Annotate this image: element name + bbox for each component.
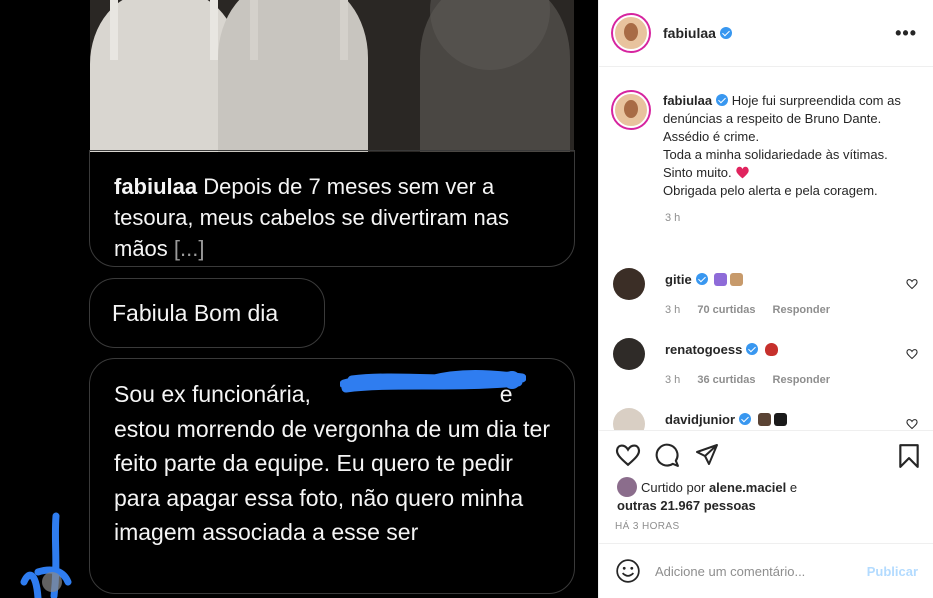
photo-preview <box>90 0 574 152</box>
likes-count[interactable]: outras 21.967 pessoas <box>617 498 756 513</box>
comment-bubble-icon[interactable] <box>655 443 680 468</box>
post-timestamp[interactable]: HÁ 3 HORAS <box>615 521 680 532</box>
comment-likes[interactable]: 36 curtidas <box>697 374 755 386</box>
comments-list[interactable]: fabiulaa Hoje fui surpreendida com as de… <box>599 68 933 430</box>
likes-summary: Curtido por alene.maciel e outras 21.967… <box>617 477 797 515</box>
caption-timestamp: 3 h <box>665 212 681 224</box>
dm-message-greeting: Fabiula Bom dia <box>89 278 325 348</box>
caption-line: Toda a minha solidariedade às vítimas. <box>663 147 888 162</box>
dm-ellipsis: [...] <box>173 236 205 261</box>
comment-likes[interactable]: 70 curtidas <box>697 304 755 316</box>
like-heart-icon[interactable] <box>615 443 641 467</box>
comment-time[interactable]: 3 h <box>665 304 680 316</box>
dm-text-before: Sou ex funcionária, <box>114 381 311 407</box>
reply-button[interactable]: Responder <box>773 304 830 316</box>
rose-emoji-icon <box>764 343 778 356</box>
liked-by-prefix: Curtido por <box>641 480 706 495</box>
emoji-smiley-icon[interactable] <box>615 558 641 584</box>
avatar[interactable] <box>613 15 649 51</box>
like-comment-heart-icon[interactable] <box>906 418 918 430</box>
avatar[interactable] <box>613 92 649 128</box>
dm-text: Fabiula Bom dia <box>112 300 279 326</box>
liked-by-user[interactable]: alene.maciel <box>709 480 786 495</box>
brown-hand-emoji-icon <box>757 413 771 426</box>
verified-badge-icon <box>716 94 729 106</box>
caption: fabiulaa Hoje fui surpreendida com as de… <box>599 68 933 200</box>
verified-badge-icon <box>695 273 708 285</box>
avatar[interactable] <box>617 477 637 497</box>
purple-heart-icon <box>714 273 728 286</box>
more-horizontal-icon[interactable]: ••• <box>895 23 917 44</box>
caption-line: Obrigada pelo alerta e pela coragem. <box>663 183 878 198</box>
share-paper-plane-icon[interactable] <box>695 443 719 467</box>
verified-badge-icon <box>739 413 752 425</box>
post-image[interactable]: fabiulaa Depois de 7 meses sem ver a tes… <box>0 0 598 598</box>
publish-button[interactable]: Publicar <box>867 564 918 579</box>
verified-badge-icon <box>746 343 759 355</box>
comment-time[interactable]: 3 h <box>665 374 680 386</box>
post-author-username[interactable]: fabiulaa <box>663 25 716 41</box>
like-comment-heart-icon[interactable] <box>906 348 918 360</box>
comment-meta: 3 h 70 curtidas Responder <box>665 304 844 316</box>
dm-message-shared-post: fabiulaa Depois de 7 meses sem ver a tes… <box>89 150 575 267</box>
redaction-scribble <box>340 370 526 393</box>
add-comment-bar: Publicar <box>599 543 933 598</box>
dm-username: fabiulaa <box>114 174 198 199</box>
avatar[interactable] <box>613 408 645 430</box>
caption-username[interactable]: fabiulaa <box>663 93 712 108</box>
liked-by-conj: e <box>789 480 798 495</box>
clap-emoji-icon <box>730 273 744 286</box>
avatar[interactable] <box>613 268 645 300</box>
reply-button[interactable]: Responder <box>773 374 830 386</box>
caption-line: Assédio é crime. <box>663 129 760 144</box>
like-comment-heart-icon[interactable] <box>906 278 918 290</box>
caption-line: Sinto muito. <box>663 165 732 180</box>
comment-meta: 3 h 36 curtidas Responder <box>665 374 844 386</box>
verified-badge-icon <box>719 27 732 39</box>
save-bookmark-icon[interactable] <box>898 443 920 469</box>
comment-username[interactable]: renatogoess <box>665 342 742 357</box>
post-actions: Curtido por alene.maciel e outras 21.967… <box>599 430 933 542</box>
black-heart-icon <box>773 413 787 426</box>
post-sidebar: fabiulaa ••• fabiulaa Hoje fui surpreend… <box>598 0 933 598</box>
red-heart-icon <box>736 166 749 179</box>
comment-input[interactable] <box>655 563 855 579</box>
comment-username[interactable]: davidjunior <box>665 412 735 427</box>
comment-username[interactable]: gitie <box>665 272 692 287</box>
redaction-scribble-hand <box>20 512 72 598</box>
post-header: fabiulaa ••• <box>599 0 933 67</box>
avatar[interactable] <box>613 338 645 370</box>
